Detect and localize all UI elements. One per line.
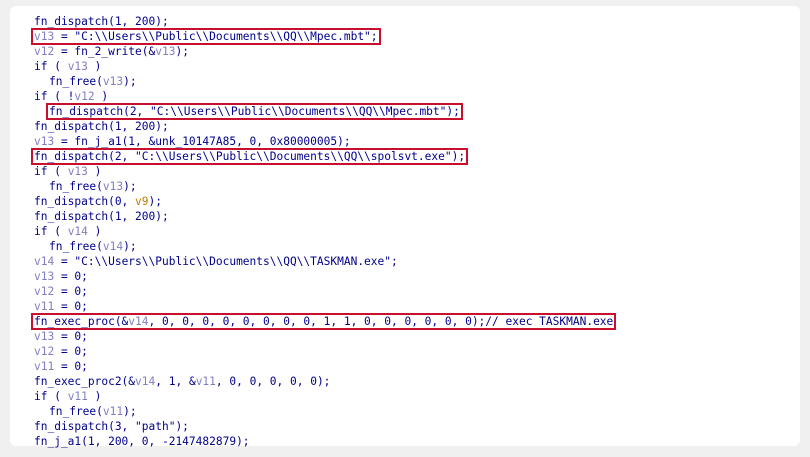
code-token: = 0; — [54, 360, 88, 373]
code-line: fn_dispatch(1, 200); — [34, 209, 613, 224]
argument-token: v9 — [135, 195, 149, 208]
code-token: fn_dispatch(0, — [34, 195, 136, 208]
code-token: fn_free( — [49, 405, 103, 418]
code-token: ); — [123, 75, 137, 88]
variable-token: v12 — [34, 285, 55, 298]
code-token: fn_free( — [49, 180, 103, 193]
code-line: v13 = 0; — [34, 329, 613, 344]
code-line: fn_exec_proc2(&v14, 1, &v11, 0, 0, 0, 0,… — [34, 374, 613, 389]
code-token: = "C:\\Users\\Public\\Documents\\QQ\\Mpe… — [54, 30, 378, 43]
variable-token: v13 — [34, 135, 55, 148]
code-token: if ( — [34, 165, 68, 178]
code-token: ) — [87, 60, 102, 73]
code-token: fn_dispatch(2, "C:\\Users\\Public\\Docum… — [34, 150, 466, 163]
code-token: ) — [87, 390, 102, 403]
code-line: if ( v11 ) — [34, 389, 613, 404]
code-line: fn_dispatch(2, "C:\\Users\\Public\\Docum… — [34, 104, 613, 119]
code-token: ) — [94, 90, 109, 103]
code-line: v13 = "C:\\Users\\Public\\Documents\\QQ\… — [34, 29, 613, 44]
variable-token: v11 — [34, 300, 55, 313]
code-token: = 0; — [54, 270, 88, 283]
variable-token: v13 — [102, 180, 124, 193]
code-line: if ( v13 ) — [34, 59, 613, 74]
variable-token: v13 — [34, 270, 55, 283]
variable-token: v14 — [102, 240, 124, 253]
code-token: = 0; — [54, 330, 88, 343]
code-token: ); — [148, 195, 163, 208]
code-line: fn_free(v11); — [34, 404, 613, 419]
code-token: fn_j_a1(1, 200, 0, -2147482879); — [34, 435, 250, 448]
code-token: fn_free( — [49, 240, 103, 253]
pseudocode-listing: fn_dispatch(1, 200); v13 = "C:\\Users\\Pu… — [34, 14, 613, 449]
code-token: = "C:\\Users\\Public\\Documents\\QQ\\TAS… — [54, 255, 398, 268]
code-panel: fn_dispatch(1, 200); v13 = "C:\\Users\\Pu… — [10, 6, 800, 449]
variable-token: v11 — [102, 405, 124, 418]
code-token: fn_exec_proc2(& — [34, 375, 136, 388]
code-token: ) — [87, 225, 102, 238]
code-token: ); — [123, 180, 137, 193]
variable-token: v13 — [67, 60, 88, 73]
code-line: fn_dispatch(0, v9); — [34, 194, 613, 209]
variable-token: v14 — [128, 315, 149, 328]
code-token: // exec TASKMAN.exe — [485, 315, 614, 328]
code-token: , 0, 0, 0, 0, 0); — [215, 375, 331, 388]
variable-token: v11 — [195, 375, 216, 388]
code-token: if ( — [34, 225, 68, 238]
code-token: fn_dispatch(2, "C:\\Users\\Public\\Docum… — [49, 105, 460, 118]
variable-token: v13 — [155, 45, 176, 58]
code-token: ); — [123, 240, 137, 253]
code-line: fn_dispatch(1, 200); — [34, 14, 613, 29]
code-token: fn_dispatch(1, 200); — [34, 15, 169, 28]
code-token: if ( ! — [34, 90, 75, 103]
code-line: v14 = "C:\\Users\\Public\\Documents\\QQ\… — [34, 254, 613, 269]
code-token: = 0; — [54, 345, 88, 358]
code-token: if ( — [34, 390, 68, 403]
code-token: = fn_2_write(& — [54, 45, 156, 58]
variable-token: v14 — [135, 375, 156, 388]
variable-token: v12 — [74, 90, 95, 103]
code-line: if ( v13 ) — [34, 164, 613, 179]
variable-token: v14 — [34, 255, 55, 268]
code-line: fn_free(v13); — [34, 179, 613, 194]
variable-token: v11 — [34, 360, 55, 373]
code-line: v12 = 0; — [34, 284, 613, 299]
code-token: fn_dispatch(1, 200); — [34, 210, 169, 223]
variable-token: v14 — [67, 225, 88, 238]
code-line: v12 = 0; — [34, 344, 613, 359]
variable-token: v13 — [67, 165, 88, 178]
code-token: fn_dispatch(1, 200); — [34, 120, 169, 133]
code-line: fn_free(v13); — [34, 74, 613, 89]
code-token: ) — [87, 165, 102, 178]
code-token: if ( — [34, 60, 68, 73]
code-line: v11 = 0; — [34, 359, 613, 374]
variable-token: v11 — [67, 390, 88, 403]
code-line: v13 = fn_j_a1(1, &unk_10147A85, 0, 0x800… — [34, 134, 613, 149]
code-token: = 0; — [54, 300, 88, 313]
variable-token: v12 — [34, 45, 55, 58]
code-token: = fn_j_a1(1, &unk_10147A85, 0, 0x8000000… — [54, 135, 351, 148]
variable-token: v13 — [34, 330, 55, 343]
code-token: ); — [123, 405, 137, 418]
variable-token: v13 — [34, 30, 55, 43]
code-line: fn_dispatch(2, "C:\\Users\\Public\\Docum… — [34, 149, 613, 164]
code-line: if ( !v12 ) — [34, 89, 613, 104]
code-line: fn_free(v14); — [34, 239, 613, 254]
code-line: v12 = fn_2_write(&v13); — [34, 44, 613, 59]
code-token: fn_dispatch(3, "path"); — [34, 420, 189, 433]
code-token: = 0; — [54, 285, 88, 298]
code-token: fn_exec_proc(& — [34, 315, 129, 328]
code-token: fn_free( — [49, 75, 103, 88]
code-line: fn_exec_proc(&v14, 0, 0, 0, 0, 0, 0, 0, … — [34, 314, 613, 329]
code-line: fn_dispatch(3, "path"); — [34, 419, 613, 434]
code-token: , 0, 0, 0, 0, 0, 0, 0, 0, 1, 1, 0, 0, 0,… — [148, 315, 486, 328]
code-line: v11 = 0; — [34, 299, 613, 314]
code-token: ); — [175, 45, 189, 58]
variable-token: v12 — [34, 345, 55, 358]
code-line: fn_j_a1(1, 200, 0, -2147482879); — [34, 434, 613, 449]
code-line: if ( v14 ) — [34, 224, 613, 239]
code-token: , 1, & — [155, 375, 196, 388]
code-line: v13 = 0; — [34, 269, 613, 284]
variable-token: v13 — [102, 75, 124, 88]
code-line: fn_dispatch(1, 200); — [34, 119, 613, 134]
